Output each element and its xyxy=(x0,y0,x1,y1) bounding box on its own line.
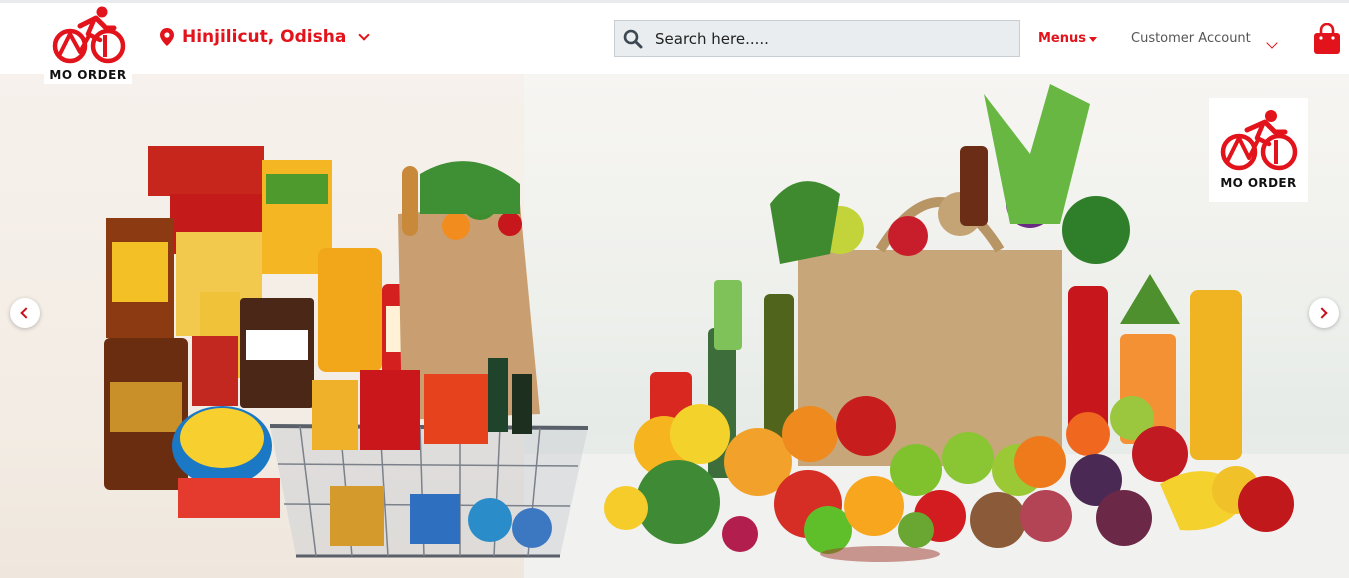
chevron-left-icon xyxy=(20,307,32,319)
hero-brand-badge: MO ORDER xyxy=(1209,98,1308,202)
brand-name: MO ORDER xyxy=(49,68,127,82)
cyclist-logo-icon xyxy=(1220,110,1298,171)
chevron-down-icon xyxy=(358,29,370,41)
map-pin-icon xyxy=(160,28,174,46)
caret-down-icon xyxy=(1089,36,1098,42)
cart-button[interactable] xyxy=(1313,22,1341,60)
menus-dropdown[interactable]: Menus xyxy=(1038,31,1098,46)
menus-label: Menus xyxy=(1038,31,1087,46)
hero-brand-name: MO ORDER xyxy=(1220,176,1297,190)
hero-grocery-image xyxy=(104,84,1349,578)
shopping-bag-icon xyxy=(1314,22,1340,54)
site-header: Hinjilicut, Odisha Menus Customer Accoun… xyxy=(0,3,1349,74)
search-icon[interactable] xyxy=(623,29,643,49)
hero-carousel: MO ORDER xyxy=(0,74,1349,578)
location-text: Hinjilicut, Odisha xyxy=(182,27,347,47)
carousel-prev-button[interactable] xyxy=(10,298,40,328)
carousel-next-button[interactable] xyxy=(1309,298,1339,328)
chevron-right-icon xyxy=(1316,307,1328,319)
customer-account-menu[interactable]: Customer Account xyxy=(1131,31,1251,46)
brand-logo[interactable]: MO ORDER xyxy=(44,4,132,84)
customer-account-label: Customer Account xyxy=(1131,31,1251,46)
location-selector[interactable]: Hinjilicut, Odisha xyxy=(160,27,370,47)
search-input[interactable] xyxy=(655,21,1019,56)
cyclist-logo-icon xyxy=(52,6,126,64)
chevron-down-icon[interactable] xyxy=(1266,37,1278,49)
search-bar xyxy=(614,20,1020,57)
